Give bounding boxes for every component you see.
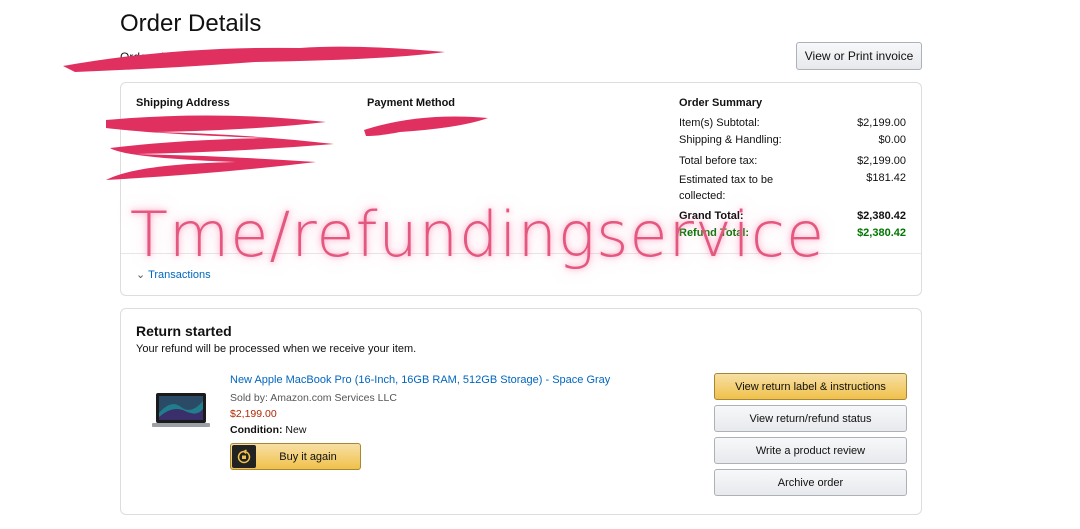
- order-summary-heading: Order Summary: [679, 97, 763, 109]
- reorder-icon: [232, 445, 256, 468]
- estimated-tax-value: $181.42: [866, 172, 906, 184]
- archive-order-button[interactable]: Archive order: [714, 469, 907, 496]
- return-card: Return started Your refund will be proce…: [120, 308, 922, 515]
- grand-total-label: Grand Total:: [679, 210, 744, 222]
- buy-it-again-label: Buy it again: [279, 450, 337, 463]
- return-status-title: Return started: [136, 323, 232, 339]
- condition-label: Condition:: [230, 424, 283, 436]
- sold-by-text: Sold by: Amazon.com Services LLC: [230, 392, 397, 404]
- details-divider: [121, 253, 921, 254]
- estimated-tax-label: Estimated tax to be collected:: [679, 174, 774, 202]
- grand-total-value: $2,380.42: [857, 210, 906, 222]
- page-title: Order Details: [120, 10, 262, 37]
- subtotal-value: $2,199.00: [857, 117, 906, 129]
- view-print-invoice-button[interactable]: View or Print invoice: [796, 42, 922, 70]
- ordered-date-line: Ordered on: [120, 50, 181, 64]
- write-review-button[interactable]: Write a product review: [714, 437, 907, 464]
- redaction-scribble-top: [63, 46, 445, 72]
- shipping-handling-value: $0.00: [878, 134, 906, 146]
- buy-it-again-button[interactable]: Buy it again: [230, 443, 361, 470]
- refund-total-value: $2,380.42: [857, 227, 906, 239]
- refund-total-label: Refund Total:: [679, 227, 750, 239]
- shipping-address-label: Shipping Address: [136, 97, 230, 109]
- total-before-tax-value: $2,199.00: [857, 155, 906, 167]
- product-condition: Condition: New: [230, 424, 306, 436]
- transactions-link-label: Transactions: [148, 269, 211, 281]
- order-details-card: Shipping Address Payment Method Order Su…: [120, 82, 922, 296]
- view-return-label-button[interactable]: View return label & instructions: [714, 373, 907, 400]
- shipping-handling-label: Shipping & Handling:: [679, 134, 782, 146]
- payment-method-label: Payment Method: [367, 97, 456, 109]
- product-price: $2,199.00: [230, 408, 277, 420]
- return-status-subtitle: Your refund will be processed when we re…: [136, 343, 417, 355]
- total-before-tax-label: Total before tax:: [679, 155, 758, 167]
- chevron-down-icon: ⌄: [136, 269, 146, 281]
- product-title-link[interactable]: New Apple MacBook Pro (16-Inch, 16GB RAM…: [230, 374, 610, 386]
- condition-value: New: [285, 424, 307, 436]
- subtotal-label: Item(s) Subtotal:: [679, 117, 760, 129]
- view-refund-status-button[interactable]: View return/refund status: [714, 405, 907, 432]
- product-image[interactable]: [151, 391, 211, 431]
- transactions-toggle[interactable]: ⌄ Transactions: [136, 268, 211, 281]
